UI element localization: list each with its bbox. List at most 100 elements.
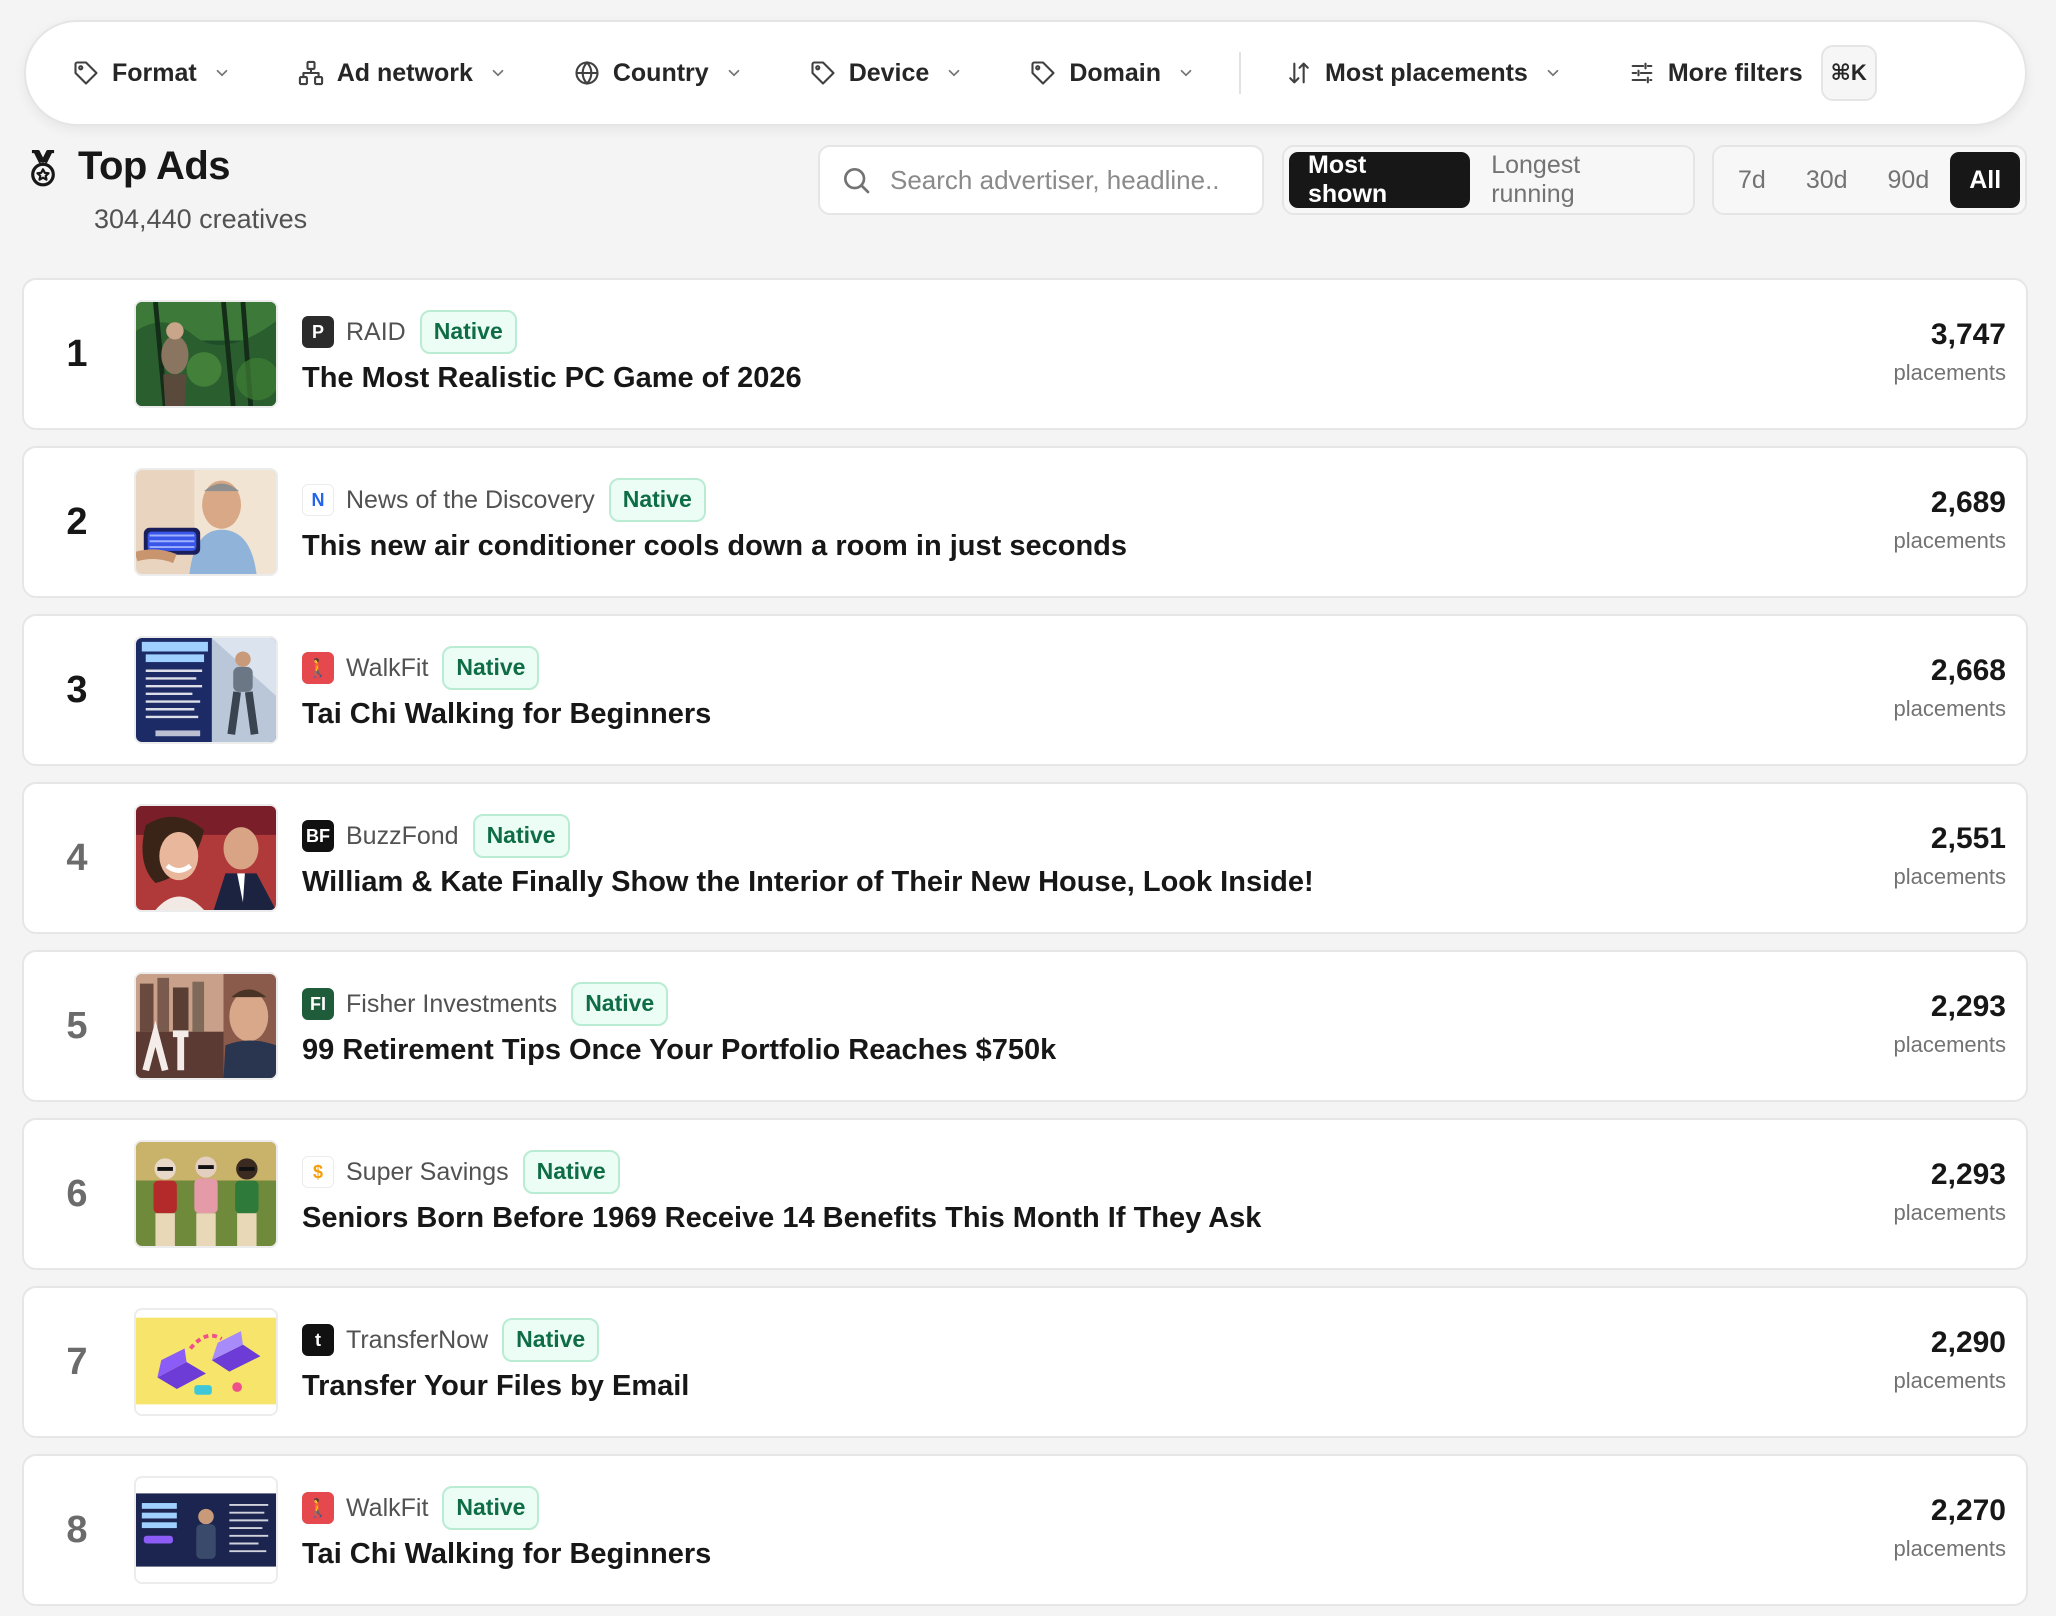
- search-box[interactable]: [818, 145, 1264, 215]
- more-filters-button[interactable]: More filters: [1628, 59, 1803, 88]
- domain-filter-label: Domain: [1069, 58, 1161, 87]
- chevron-down-icon: [948, 69, 960, 77]
- sort-arrows-icon: [1289, 62, 1309, 84]
- ad-row[interactable]: 6 $ Super Savings Native Seniors Born Be…: [22, 1118, 2028, 1270]
- ad-headline[interactable]: The Most Realistic PC Game of 2026: [302, 362, 802, 395]
- advertiser-logo: 🚶: [302, 1492, 334, 1524]
- advertiser-name[interactable]: TransferNow: [346, 1326, 488, 1355]
- ad-headline[interactable]: Tai Chi Walking for Beginners: [302, 1538, 711, 1571]
- advertiser-name[interactable]: Fisher Investments: [346, 990, 557, 1019]
- range-30d-option[interactable]: 30d: [1787, 152, 1867, 208]
- city-thumbnail-image: [136, 974, 276, 1078]
- ad-meta: t TransferNow Native: [302, 1318, 600, 1362]
- format-badge: Native: [522, 1150, 620, 1194]
- tai-chi-printable-thumbnail-image: [136, 1478, 276, 1582]
- globe-icon: [575, 60, 599, 86]
- advertiser-name[interactable]: WalkFit: [346, 1494, 428, 1523]
- ad-headline[interactable]: 99 Retirement Tips Once Your Portfolio R…: [302, 1034, 1056, 1067]
- royals-thumbnail-image: [136, 806, 276, 910]
- search-input[interactable]: [890, 164, 1250, 196]
- domain-filter[interactable]: Domain: [1029, 59, 1195, 88]
- air-conditioner-thumbnail-image: [136, 470, 276, 574]
- ad-headline[interactable]: Seniors Born Before 1969 Receive 14 Bene…: [302, 1202, 1261, 1235]
- advertiser-name[interactable]: RAID: [346, 318, 406, 347]
- award-medal-icon: [31, 149, 55, 187]
- format-filter[interactable]: Format: [72, 59, 231, 88]
- placements-stat: 2,668 placements: [1893, 654, 2006, 722]
- advertiser-name[interactable]: Super Savings: [346, 1158, 509, 1187]
- format-filter-label: Format: [112, 58, 197, 87]
- tag-icon: [1031, 61, 1055, 85]
- placements-label: placements: [1893, 696, 2006, 721]
- country-filter-label: Country: [612, 58, 709, 87]
- ad-thumbnail[interactable]: [134, 636, 278, 744]
- chevron-down-icon: [216, 69, 228, 77]
- placements-label: placements: [1893, 360, 2006, 385]
- placements-label: placements: [1893, 1032, 2006, 1057]
- placements-count: 2,290: [1930, 1326, 2006, 1359]
- ad-row[interactable]: 4 BF BuzzFond Native William & Kate Fina…: [22, 782, 2028, 934]
- format-badge: Native: [442, 1486, 540, 1530]
- advertiser-name[interactable]: News of the Discovery: [346, 486, 595, 515]
- ad-row[interactable]: 5 FI Fisher Investments Native 99 Retire…: [22, 950, 2028, 1102]
- time-range-toggle: 7d 30d 90d All: [1712, 145, 2027, 215]
- ad-rank: 1: [66, 332, 88, 375]
- command-k-shortcut[interactable]: ⌘K: [1820, 45, 1877, 101]
- filter-divider: [1239, 52, 1241, 94]
- placements-stat: 2,290 placements: [1893, 1326, 2006, 1394]
- more-filters-label: More filters: [1667, 58, 1803, 87]
- seniors-thumbnail-image: [136, 1142, 276, 1246]
- advertiser-logo: $: [302, 1156, 334, 1188]
- tag-icon: [74, 61, 98, 85]
- ad-meta: P RAID Native: [302, 310, 517, 354]
- ad-thumbnail[interactable]: [134, 1140, 278, 1248]
- placements-count: 2,293: [1930, 1158, 2006, 1191]
- creatives-count: 304,440 creatives: [94, 204, 308, 234]
- ad-meta: 🚶 WalkFit Native: [302, 1486, 540, 1530]
- format-badge: Native: [419, 310, 517, 354]
- format-badge: Native: [442, 646, 540, 690]
- country-filter[interactable]: Country: [573, 59, 743, 88]
- ad-thumbnail[interactable]: [134, 972, 278, 1080]
- ad-network-filter[interactable]: Ad network: [297, 59, 507, 88]
- ad-thumbnail[interactable]: [134, 468, 278, 576]
- ad-thumbnail[interactable]: [134, 804, 278, 912]
- ad-headline[interactable]: Transfer Your Files by Email: [302, 1370, 689, 1403]
- ad-thumbnail[interactable]: [134, 300, 278, 408]
- placements-stat: 2,293 placements: [1893, 990, 2006, 1058]
- sort-dropdown-label: Most placements: [1325, 58, 1528, 87]
- ad-headline[interactable]: Tai Chi Walking for Beginners: [302, 698, 711, 731]
- range-7d-option[interactable]: 7d: [1719, 152, 1785, 208]
- ad-rank: 8: [66, 1508, 88, 1551]
- chevron-down-icon: [492, 69, 504, 77]
- device-filter[interactable]: Device: [809, 59, 964, 88]
- placements-label: placements: [1893, 864, 2006, 889]
- ad-thumbnail[interactable]: [134, 1476, 278, 1584]
- ad-row[interactable]: 8 🚶 WalkFit Native Tai Chi Walking for B…: [22, 1454, 2028, 1606]
- sort-dropdown[interactable]: Most placements: [1285, 59, 1562, 88]
- jungle-thumbnail-image: [136, 302, 276, 406]
- most-shown-option[interactable]: Most shown: [1289, 151, 1471, 208]
- ad-rank: 7: [66, 1340, 88, 1383]
- chevron-down-icon: [1180, 69, 1192, 77]
- range-all-option[interactable]: All: [1950, 152, 2021, 208]
- ad-row[interactable]: 3 🚶 WalkFit Native Tai Chi Walking for B…: [22, 614, 2028, 766]
- range-90d-option[interactable]: 90d: [1869, 152, 1949, 208]
- search-icon: [844, 168, 870, 194]
- advertiser-name[interactable]: BuzzFond: [346, 822, 459, 851]
- placements-stat: 2,689 placements: [1893, 486, 2006, 554]
- ad-rank: 6: [66, 1172, 88, 1215]
- ad-thumbnail[interactable]: [134, 1308, 278, 1416]
- ad-headline[interactable]: This new air conditioner cools down a ro…: [302, 530, 1127, 563]
- ad-headline[interactable]: William & Kate Finally Show the Interior…: [302, 866, 1314, 899]
- placements-stat: 2,551 placements: [1893, 822, 2006, 890]
- longest-running-option[interactable]: Longest running: [1472, 151, 1688, 208]
- sliders-icon: [1631, 62, 1653, 84]
- advertiser-name[interactable]: WalkFit: [346, 654, 428, 683]
- ad-row[interactable]: 2 N News of the Discovery Native This ne…: [22, 446, 2028, 598]
- placements-label: placements: [1893, 1200, 2006, 1225]
- tai-chi-thumbnail-image: [136, 638, 276, 742]
- ad-row[interactable]: 7 t TransferNow Native Transfer Your Fil…: [22, 1286, 2028, 1438]
- ad-meta: FI Fisher Investments Native: [302, 982, 669, 1026]
- ad-row[interactable]: 1 P RAID Native The Most Realistic PC Ga…: [22, 278, 2028, 430]
